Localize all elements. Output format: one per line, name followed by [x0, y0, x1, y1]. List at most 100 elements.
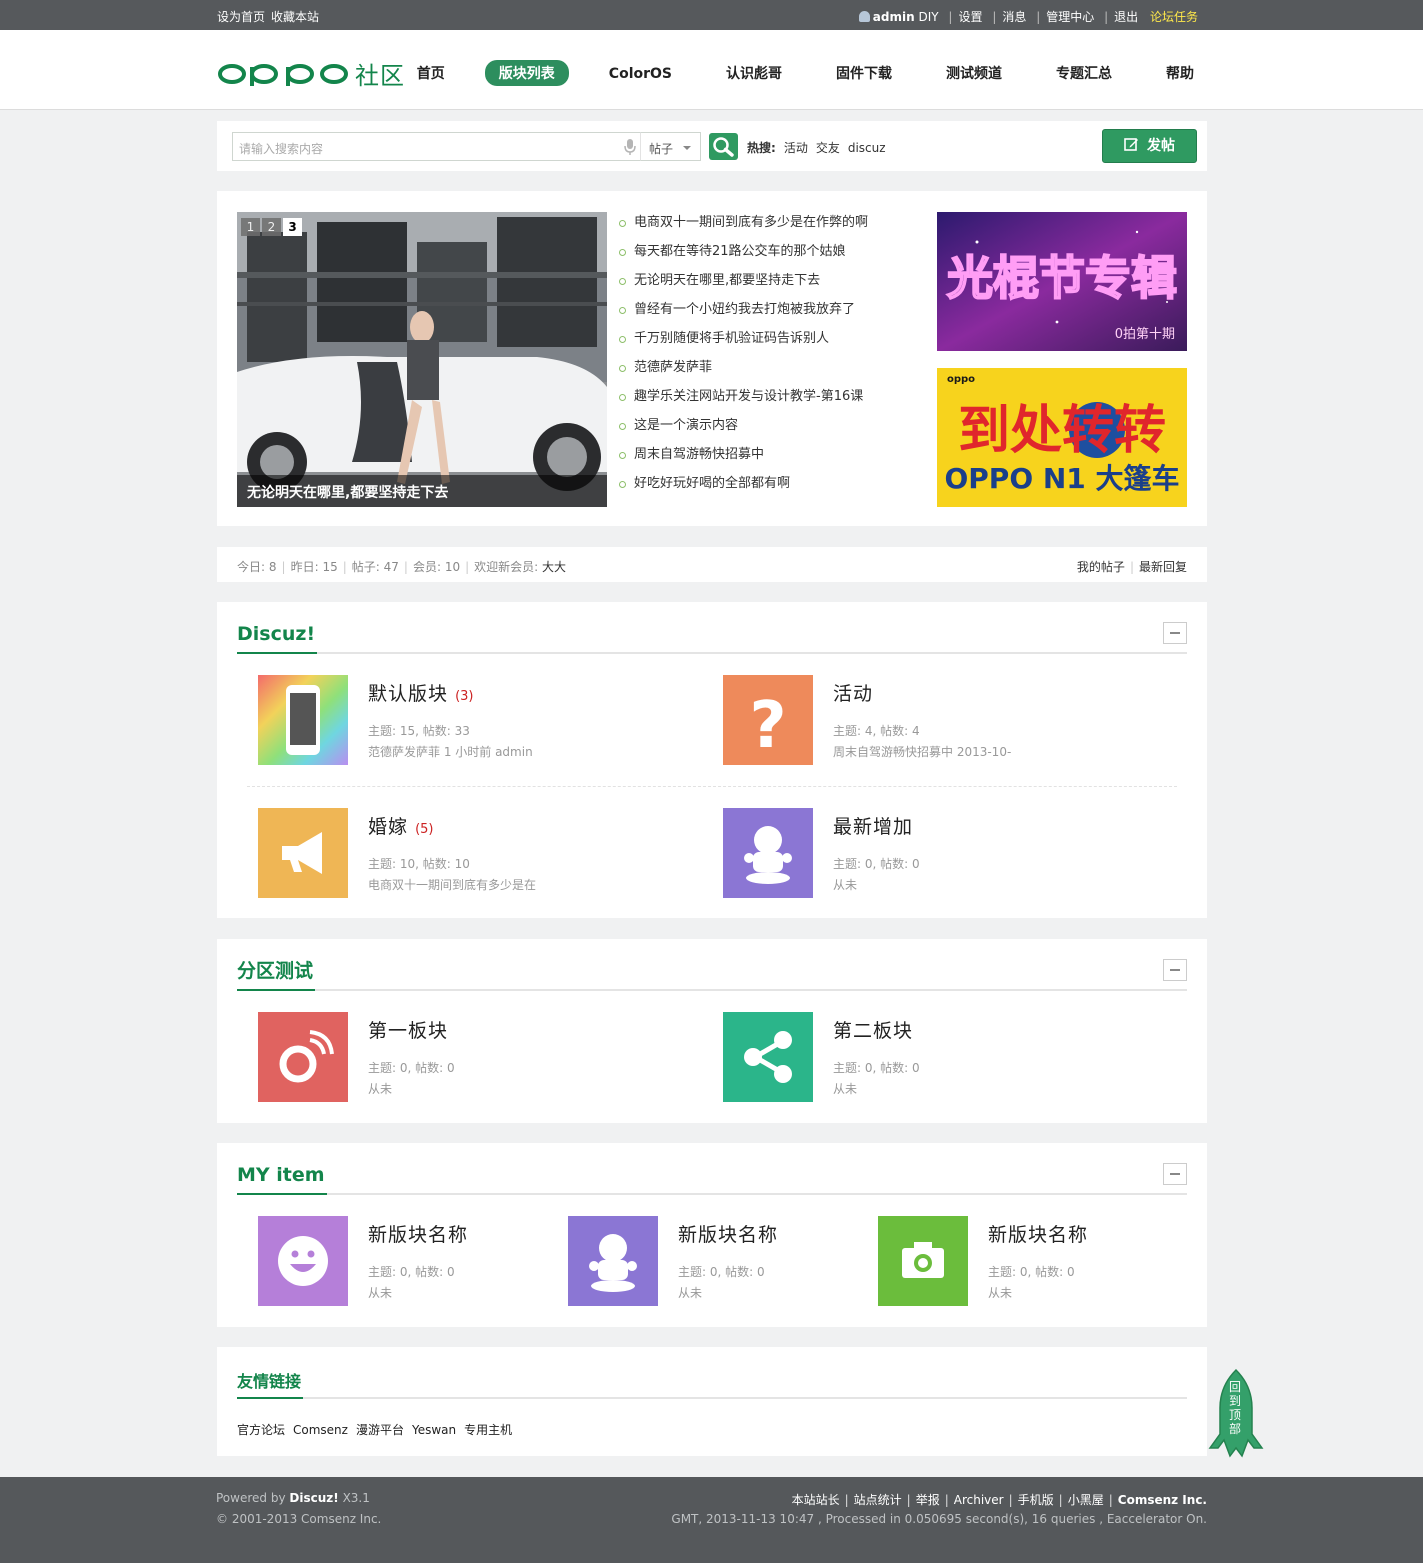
latest-replies-link[interactable]: 最新回复	[1139, 560, 1187, 574]
forum-name[interactable]: 新版块名称	[988, 1220, 1088, 1247]
forum-last-post[interactable]: 从未	[368, 1284, 392, 1301]
news-item[interactable]: 无论明天在哪里,都要坚持走下去	[617, 273, 917, 302]
friend-link[interactable]: 专用主机	[464, 1423, 512, 1437]
set-homepage-link[interactable]: 设为首页	[217, 10, 265, 24]
forum-name[interactable]: 活动	[833, 679, 873, 706]
section-title[interactable]: MY item	[237, 1163, 327, 1195]
section-title[interactable]: 分区测试	[237, 959, 316, 991]
footer-link[interactable]: Archiver	[954, 1493, 1004, 1507]
footer-link[interactable]: 本站站长	[792, 1493, 840, 1507]
microphone-icon[interactable]	[623, 138, 637, 156]
nav-item[interactable]: ColorOS	[595, 63, 686, 85]
question-icon[interactable]: ?	[723, 675, 813, 765]
nav-item[interactable]: 认识彪哥	[712, 60, 796, 86]
forum-tasks-link[interactable]: 论坛任务	[1150, 8, 1198, 25]
forum-name-text[interactable]: 新版块名称	[988, 1224, 1088, 1246]
search-input[interactable]: 请输入搜索内容	[232, 132, 641, 161]
admin-center-link[interactable]: 管理中心	[1046, 8, 1094, 25]
forum-name[interactable]: 新版块名称	[368, 1220, 468, 1247]
news-item[interactable]: 千万别随便将手机验证码告诉别人	[617, 331, 917, 360]
back-to-top-button[interactable]: 回到顶部	[1208, 1368, 1264, 1458]
robot-icon[interactable]	[568, 1216, 658, 1306]
singles-day-banner[interactable]: 光棍节专辑 0拍第十期	[937, 212, 1187, 351]
robot-icon[interactable]	[723, 808, 813, 898]
forum-last-post[interactable]: 周末自驾游畅快招募中 2013-10-	[833, 743, 1011, 760]
slide-page-button[interactable]: 1	[241, 218, 260, 236]
logout-link[interactable]: 退出	[1114, 8, 1138, 25]
news-item[interactable]: 这是一个演示内容	[617, 418, 917, 447]
camera-icon[interactable]	[878, 1216, 968, 1306]
footer-link[interactable]: 举报	[916, 1493, 940, 1507]
discuz-link[interactable]: Discuz!	[289, 1491, 338, 1505]
newest-member-link[interactable]: 大大	[542, 560, 566, 574]
forum-last-post[interactable]: 从未	[678, 1284, 702, 1301]
friend-link[interactable]: 官方论坛	[237, 1423, 285, 1437]
forum-name-text[interactable]: 第一板块	[368, 1020, 448, 1042]
footer-link[interactable]: 小黑屋	[1068, 1493, 1104, 1507]
settings-link[interactable]: 设置	[958, 8, 982, 25]
forum-name-text[interactable]: 活动	[833, 683, 873, 705]
news-item[interactable]: 周末自驾游畅快招募中	[617, 447, 917, 476]
forum-last-post[interactable]: 从未	[368, 1080, 392, 1097]
forum-name[interactable]: 第一板块	[368, 1016, 448, 1043]
friend-link[interactable]: Yeswan	[412, 1423, 456, 1437]
search-button[interactable]	[709, 133, 738, 160]
slide-caption[interactable]: 无论明天在哪里,都要坚持走下去	[237, 475, 607, 507]
news-item[interactable]: 趣学乐关注网站开发与设计教学-第16课	[617, 389, 917, 418]
forum-name[interactable]: 第二板块	[833, 1016, 913, 1043]
bookmark-link[interactable]: 收藏本站	[271, 10, 319, 24]
new-post-button[interactable]: 发帖	[1102, 129, 1197, 163]
slide-page-button[interactable]: 2	[262, 218, 281, 236]
forum-item[interactable]: 第一板块 主题: 0, 帖数: 0 从未	[258, 1012, 678, 1102]
smile-icon[interactable]	[258, 1216, 348, 1306]
forum-name-text[interactable]: 第二板块	[833, 1020, 913, 1042]
nav-item[interactable]: 版块列表	[484, 60, 569, 86]
slideshow[interactable]: 123 无论明天在哪里,都要坚持走下去	[237, 212, 607, 507]
collapse-button[interactable]	[1163, 622, 1187, 644]
news-item[interactable]: 电商双十一期间到底有多少是在作弊的啊	[617, 215, 917, 244]
forum-name[interactable]: 新版块名称	[678, 1220, 778, 1247]
company-link[interactable]: Comsenz Inc.	[1118, 1493, 1207, 1507]
forum-last-post[interactable]: 电商双十一期间到底有多少是在	[368, 876, 536, 893]
forum-item[interactable]: 默认版块 (3) 主题: 15, 帖数: 33 范德萨发萨菲 1 小时前 admin	[258, 675, 678, 765]
share-icon[interactable]	[723, 1012, 813, 1102]
nav-item[interactable]: 专题汇总	[1042, 60, 1126, 86]
friend-link[interactable]: Comsenz	[293, 1423, 348, 1437]
friend-link[interactable]: 漫游平台	[356, 1423, 404, 1437]
nav-item[interactable]: 固件下载	[822, 60, 906, 86]
news-item[interactable]: 范德萨发萨菲	[617, 360, 917, 389]
search-type-select[interactable]: 帖子	[640, 132, 701, 161]
news-item[interactable]: 每天都在等待21路公交车的那个姑娘	[617, 244, 917, 273]
nav-item[interactable]: 帮助	[1152, 60, 1208, 86]
footer-link[interactable]: 站点统计	[854, 1493, 902, 1507]
forum-name-text[interactable]: 新版块名称	[368, 1224, 468, 1246]
news-item[interactable]: 曾经有一个小妞约我去打炮被我放弃了	[617, 302, 917, 331]
forum-item[interactable]: 最新增加 主题: 0, 帖数: 0 从未	[723, 808, 1143, 898]
forum-last-post[interactable]: 范德萨发萨菲 1 小时前 admin	[368, 743, 533, 760]
nav-item[interactable]: 测试频道	[932, 60, 1016, 86]
signal-icon[interactable]	[258, 1012, 348, 1102]
forum-name[interactable]: 婚嫁 (5)	[368, 812, 433, 839]
forum-last-post[interactable]: 从未	[833, 876, 857, 893]
forum-item[interactable]: 新版块名称 主题: 0, 帖数: 0 从未	[878, 1216, 1298, 1306]
oppo-n1-banner[interactable]: oppo 到处转转 OPPO N1 大篷车	[937, 368, 1187, 507]
phone-icon[interactable]	[258, 675, 348, 765]
forum-item[interactable]: 第二板块 主题: 0, 帖数: 0 从未	[723, 1012, 1143, 1102]
forum-name-text[interactable]: 最新增加	[833, 816, 913, 838]
slide-page-button[interactable]: 3	[283, 218, 302, 236]
section-title[interactable]: Discuz!	[237, 622, 318, 654]
megaphone-icon[interactable]	[258, 808, 348, 898]
messages-link[interactable]: 消息	[1002, 8, 1026, 25]
news-item[interactable]: 好吃好玩好喝的全部都有啊	[617, 476, 917, 505]
diy-link[interactable]: DIY	[918, 10, 938, 24]
nav-item[interactable]: 首页	[403, 60, 459, 86]
hot-keyword[interactable]: 交友	[816, 141, 840, 155]
collapse-button[interactable]	[1163, 959, 1187, 981]
collapse-button[interactable]	[1163, 1163, 1187, 1185]
my-posts-link[interactable]: 我的帖子	[1077, 560, 1125, 574]
forum-name-text[interactable]: 婚嫁	[368, 816, 408, 838]
forum-last-post[interactable]: 从未	[988, 1284, 1012, 1301]
footer-link[interactable]: 手机版	[1018, 1493, 1054, 1507]
forum-name[interactable]: 最新增加	[833, 812, 913, 839]
forum-item[interactable]: 婚嫁 (5) 主题: 10, 帖数: 10 电商双十一期间到底有多少是在	[258, 808, 678, 898]
